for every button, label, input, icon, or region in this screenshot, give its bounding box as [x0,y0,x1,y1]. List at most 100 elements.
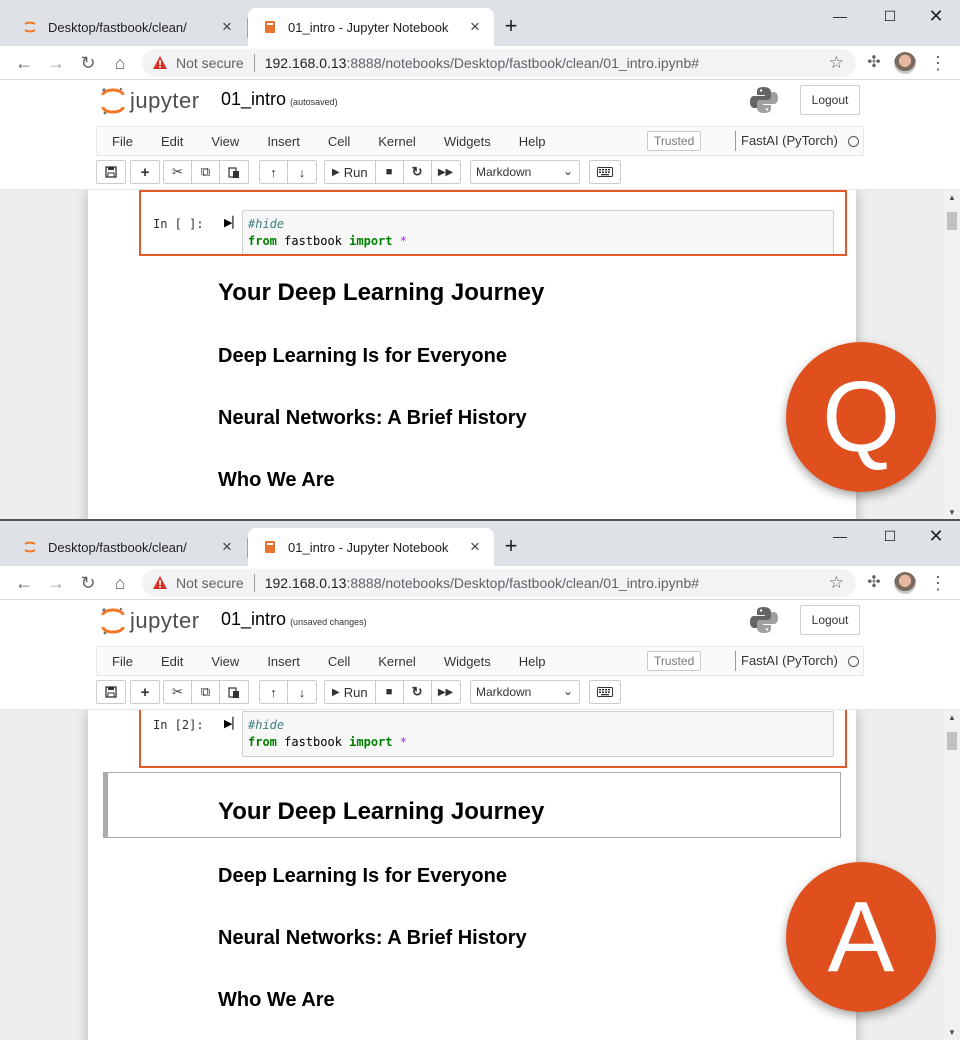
menu-insert[interactable]: Insert [252,134,313,149]
menu-widgets[interactable]: Widgets [429,134,504,149]
move-up-icon[interactable]: ↑ [260,161,288,183]
run-button[interactable]: ▶ Run [325,681,376,703]
scrollbar-thumb[interactable] [947,212,957,230]
cut-icon[interactable]: ✂ [164,681,192,703]
menu-insert[interactable]: Insert [252,654,313,669]
new-tab-icon[interactable]: + [500,535,522,558]
menu-cell[interactable]: Cell [313,134,363,149]
tab-close-icon[interactable]: × [466,18,484,36]
cell-type-select[interactable]: Markdown ⌄ [470,680,580,704]
move-down-icon[interactable]: ↓ [288,161,316,183]
menu-kernel[interactable]: Kernel [363,654,429,669]
trusted-badge[interactable]: Trusted [647,651,702,671]
scrollbar-thumb[interactable] [947,732,957,750]
scroll-up-icon[interactable]: ▲ [948,713,956,722]
back-arrow-icon[interactable]: ← [12,51,36,75]
insert-cell-icon[interactable]: + [131,681,159,703]
window-maximize-icon[interactable]: ☐ [870,522,910,550]
interrupt-icon[interactable]: ■ [376,161,404,183]
vertical-scrollbar[interactable]: ▲ ▼ [944,190,960,520]
menu-view[interactable]: View [196,654,252,669]
window-close-icon[interactable]: ✕ [916,522,956,550]
menu-file[interactable]: File [97,134,146,149]
vertical-scrollbar[interactable]: ▲ ▼ [944,710,960,1040]
extensions-puzzle-icon[interactable]: ✣ [862,51,886,75]
logout-button[interactable]: Logout [800,605,860,635]
address-bar[interactable]: Not secure 192.168.0.13:8888/notebooks/D… [142,49,856,77]
restart-icon[interactable]: ↻ [404,161,432,183]
notebook-title[interactable]: 01_intro (unsaved changes) [221,609,367,630]
notebook-title[interactable]: 01_intro (autosaved) [221,89,338,110]
save-icon[interactable] [97,161,125,183]
forward-arrow-icon[interactable]: → [44,51,68,75]
reload-icon[interactable]: ↻ [76,51,100,75]
browser-tab-directory[interactable]: Desktop/fastbook/clean/ × [8,8,246,46]
address-bar[interactable]: Not secure 192.168.0.13:8888/notebooks/D… [142,569,856,597]
scroll-down-icon[interactable]: ▼ [948,1028,956,1037]
run-button[interactable]: ▶ Run [325,161,376,183]
tab-close-icon[interactable]: × [218,18,236,36]
warning-icon[interactable] [152,55,168,71]
notebook-name[interactable]: 01_intro [221,609,286,629]
restart-run-all-icon[interactable]: ▶▶ [432,161,460,183]
warning-icon[interactable] [152,575,168,591]
window-minimize-icon[interactable]: — [820,2,860,30]
paste-icon[interactable] [220,681,248,703]
keyboard-shortcuts-icon[interactable] [589,680,621,704]
browser-menu-icon[interactable]: ⋮ [928,51,948,75]
menu-kernel[interactable]: Kernel [363,134,429,149]
reload-icon[interactable]: ↻ [76,571,100,595]
profile-avatar[interactable] [894,52,916,74]
copy-icon[interactable]: ⧉ [192,161,220,183]
restart-icon[interactable]: ↻ [404,681,432,703]
forward-arrow-icon[interactable]: → [44,571,68,595]
browser-tab-notebook[interactable]: 01_intro - Jupyter Notebook × [248,528,494,566]
menu-widgets[interactable]: Widgets [429,654,504,669]
save-icon[interactable] [97,681,125,703]
back-arrow-icon[interactable]: ← [12,571,36,595]
menu-edit[interactable]: Edit [146,134,196,149]
profile-avatar[interactable] [894,572,916,594]
home-icon[interactable]: ⌂ [108,51,132,75]
keyboard-shortcuts-icon[interactable] [589,160,621,184]
browser-menu-icon[interactable]: ⋮ [928,571,948,595]
security-label[interactable]: Not secure [176,55,244,71]
extensions-puzzle-icon[interactable]: ✣ [862,571,886,595]
kernel-name[interactable]: FastAI (PyTorch) [741,133,838,148]
copy-icon[interactable]: ⧉ [192,681,220,703]
move-up-icon[interactable]: ↑ [260,681,288,703]
bookmark-star-icon[interactable]: ☆ [829,573,844,593]
menu-help[interactable]: Help [504,654,559,669]
menu-file[interactable]: File [97,654,146,669]
browser-tab-notebook[interactable]: 01_intro - Jupyter Notebook × [248,8,494,46]
trusted-badge[interactable]: Trusted [647,131,702,151]
new-tab-icon[interactable]: + [500,15,522,38]
bookmark-star-icon[interactable]: ☆ [829,53,844,73]
logout-button[interactable]: Logout [800,85,860,115]
menu-view[interactable]: View [196,134,252,149]
home-icon[interactable]: ⌂ [108,571,132,595]
menu-edit[interactable]: Edit [146,654,196,669]
jupyter-logo[interactable]: jupyter [100,86,200,116]
window-close-icon[interactable]: ✕ [916,2,956,30]
window-maximize-icon[interactable]: ☐ [870,2,910,30]
tab-close-icon[interactable]: × [466,538,484,556]
paste-icon[interactable] [220,161,248,183]
cut-icon[interactable]: ✂ [164,161,192,183]
menu-help[interactable]: Help [504,134,559,149]
notebook-name[interactable]: 01_intro [221,89,286,109]
insert-cell-icon[interactable]: + [131,161,159,183]
scroll-up-icon[interactable]: ▲ [948,193,956,202]
interrupt-icon[interactable]: ■ [376,681,404,703]
move-down-icon[interactable]: ↓ [288,681,316,703]
security-label[interactable]: Not secure [176,575,244,591]
window-minimize-icon[interactable]: — [820,522,860,550]
restart-run-all-icon[interactable]: ▶▶ [432,681,460,703]
notebook-area[interactable]: In [ ]: ▶▏ #hide from fastbook import * … [0,190,944,520]
tab-close-icon[interactable]: × [218,538,236,556]
scroll-down-icon[interactable]: ▼ [948,508,956,517]
cell-type-select[interactable]: Markdown ⌄ [470,160,580,184]
browser-tab-directory[interactable]: Desktop/fastbook/clean/ × [8,528,246,566]
notebook-area[interactable]: In [2]: ▶▏ #hide from fastbook import * … [0,710,944,1040]
kernel-name[interactable]: FastAI (PyTorch) [741,653,838,668]
